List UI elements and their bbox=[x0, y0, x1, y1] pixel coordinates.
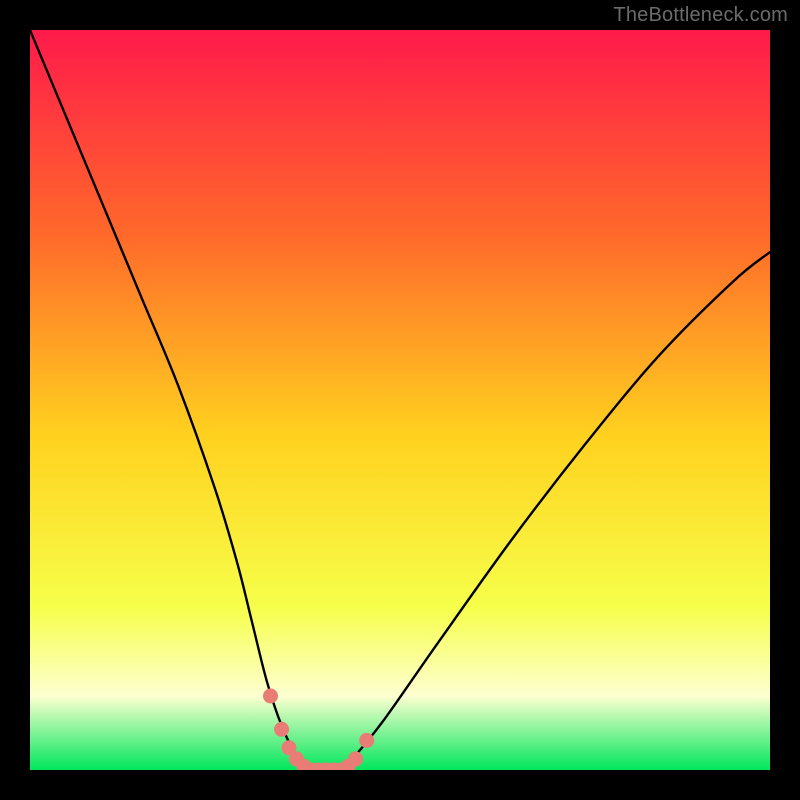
highlight-dot bbox=[348, 751, 363, 766]
chart-svg bbox=[30, 30, 770, 770]
highlight-dot bbox=[359, 733, 374, 748]
plot-area bbox=[30, 30, 770, 770]
chart-frame: TheBottleneck.com bbox=[0, 0, 800, 800]
gradient-background bbox=[30, 30, 770, 770]
highlight-dot bbox=[274, 722, 289, 737]
watermark-text: TheBottleneck.com bbox=[613, 4, 788, 27]
highlight-dot bbox=[263, 689, 278, 704]
